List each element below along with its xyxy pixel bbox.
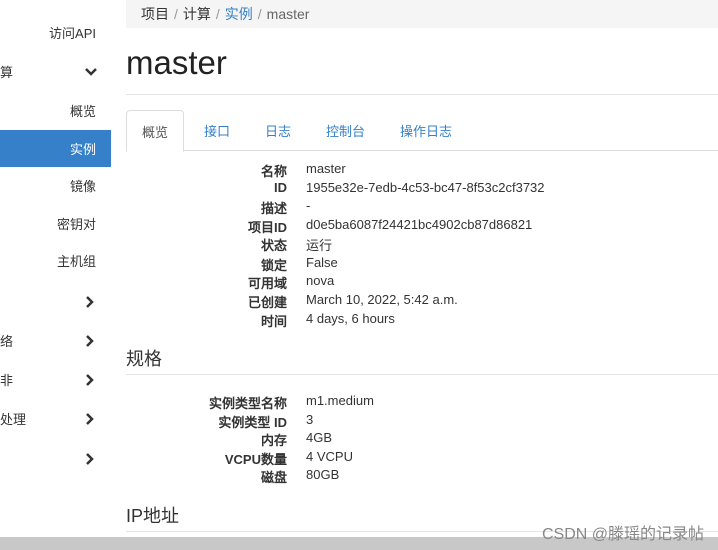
chevron-right-icon <box>85 296 95 308</box>
divider <box>126 374 718 375</box>
field-label: 内存 <box>260 433 287 448</box>
field-value: March 10, 2022, 5:42 a.m. <box>306 292 458 307</box>
sidebar-item-label: 算 <box>0 65 14 80</box>
field-value: 3 <box>306 412 314 427</box>
ip-heading: IP地址 <box>126 506 180 526</box>
page: 访问API 算 概览 实例 镜像 密钥对 主机组 络 非 处理 项目 / 计算 … <box>0 0 718 550</box>
field-label: 实例类型 ID <box>218 415 287 430</box>
sidebar-item-images[interactable]: 镜像 <box>0 167 111 204</box>
field-value: 80GB <box>306 467 340 482</box>
tab-bar: 概览 接口 日志 控制台 操作日志 <box>126 110 718 152</box>
spec-row: 内存 4GB <box>111 430 561 449</box>
sidebar: 访问API 算 概览 实例 镜像 密钥对 主机组 络 非 处理 <box>0 0 111 550</box>
field-label: 磁盘 <box>260 470 287 485</box>
overview-row: ID 1955e32e-7edb-4c53-bc47-8f53c2cf3732 <box>111 180 561 199</box>
field-label: 描述 <box>260 201 287 216</box>
main-content: 项目 / 计算 / 实例 / master master 概览 接口 日志 控制… <box>111 0 718 550</box>
field-value: nova <box>306 273 335 288</box>
field-value: d0e5ba6087f24421bc4902cb87d86821 <box>306 217 533 232</box>
sidebar-item-section-3[interactable]: 非 <box>0 361 111 398</box>
chevron-right-icon <box>85 413 95 425</box>
field-value: 1955e32e-7edb-4c53-bc47-8f53c2cf3732 <box>306 180 545 195</box>
breadcrumb-project[interactable]: 项目 <box>141 4 169 24</box>
sidebar-item-label: 主机组 <box>56 254 96 269</box>
sidebar-item-label: 实例 <box>69 142 96 157</box>
spec-row: 实例类型名称 m1.medium <box>111 393 561 412</box>
tab-log[interactable]: 日志 <box>250 110 306 151</box>
sidebar-item-api-access[interactable]: 访问API <box>0 14 111 51</box>
field-label: ID <box>274 180 287 195</box>
field-value: 4GB <box>306 430 333 445</box>
chevron-right-icon <box>85 335 95 347</box>
sidebar-item-key-pairs[interactable]: 密钥对 <box>0 205 111 242</box>
sidebar-item-processing[interactable]: 处理 <box>0 400 111 437</box>
sidebar-item-label: 处理 <box>0 412 27 427</box>
field-value: master <box>306 161 346 176</box>
tab-action-log[interactable]: 操作日志 <box>385 110 467 151</box>
chevron-right-icon <box>85 453 95 465</box>
field-label: 项目ID <box>247 220 287 235</box>
breadcrumb-compute[interactable]: 计算 <box>183 4 211 24</box>
sidebar-item-label: 概览 <box>69 104 96 119</box>
field-label: 时间 <box>260 314 287 329</box>
field-label: 状态 <box>260 238 287 253</box>
spec-row: 实例类型 ID 3 <box>111 412 561 431</box>
sidebar-item-section-5[interactable] <box>0 440 111 477</box>
overview-row: 项目ID d0e5ba6087f24421bc4902cb87d86821 <box>111 217 561 236</box>
sidebar-item-label: 非 <box>0 373 14 388</box>
field-label: 可用域 <box>247 276 287 291</box>
tab-console[interactable]: 控制台 <box>311 110 380 151</box>
sidebar-item-network[interactable]: 络 <box>0 322 111 359</box>
field-value: False <box>306 255 338 270</box>
page-title: master <box>126 44 227 81</box>
breadcrumb-separator: / <box>174 6 178 22</box>
watermark: CSDN @滕瑶的记录帖 <box>541 526 704 543</box>
sidebar-item-overview[interactable]: 概览 <box>0 92 111 129</box>
overview-row: 时间 4 days, 6 hours <box>111 311 561 330</box>
field-value: - <box>306 198 311 213</box>
spec-heading: 规格 <box>126 349 162 369</box>
spec-row: 磁盘 80GB <box>111 467 561 486</box>
sidebar-item-label: 密钥对 <box>56 217 96 232</box>
field-value: 4 VCPU <box>306 449 353 464</box>
field-value: 运行 <box>306 238 333 253</box>
field-value: 4 days, 6 hours <box>306 311 395 326</box>
chevron-right-icon <box>85 374 95 386</box>
field-label: VCPU数量 <box>224 452 287 467</box>
overview-row: 已创建 March 10, 2022, 5:42 a.m. <box>111 292 561 311</box>
sidebar-item-label: 络 <box>0 334 14 349</box>
sidebar-item-instances[interactable]: 实例 <box>0 130 111 167</box>
sidebar-item-server-groups[interactable]: 主机组 <box>0 242 111 279</box>
field-label: 已创建 <box>247 295 287 310</box>
overview-row: 状态 运行 <box>111 235 561 254</box>
overview-row: 可用域 nova <box>111 273 561 292</box>
sidebar-item-section-1[interactable] <box>0 283 111 320</box>
sidebar-item-label: 访问API <box>49 26 96 41</box>
overview-row: 描述 - <box>111 198 561 217</box>
sidebar-item-compute[interactable]: 算 <box>0 53 111 90</box>
field-label: 实例类型名称 <box>208 396 287 411</box>
sidebar-item-label: 镜像 <box>69 179 96 194</box>
spec-row: VCPU数量 4 VCPU <box>111 449 561 468</box>
divider <box>126 94 718 95</box>
chevron-down-icon <box>85 67 97 77</box>
breadcrumb-current: master <box>266 6 310 22</box>
overview-row: 锁定 False <box>111 255 561 274</box>
field-value: m1.medium <box>306 393 374 408</box>
breadcrumb-instances-link[interactable]: 实例 <box>225 4 253 24</box>
field-label: 名称 <box>260 164 287 179</box>
breadcrumb-separator: / <box>257 6 262 22</box>
field-label: 锁定 <box>260 258 287 273</box>
breadcrumb-separator: / <box>215 6 220 22</box>
tab-overview[interactable]: 概览 <box>126 110 185 152</box>
overview-row: 名称 master <box>111 161 561 180</box>
tab-interfaces[interactable]: 接口 <box>189 110 245 151</box>
breadcrumb: 项目 / 计算 / 实例 / master <box>126 0 718 28</box>
